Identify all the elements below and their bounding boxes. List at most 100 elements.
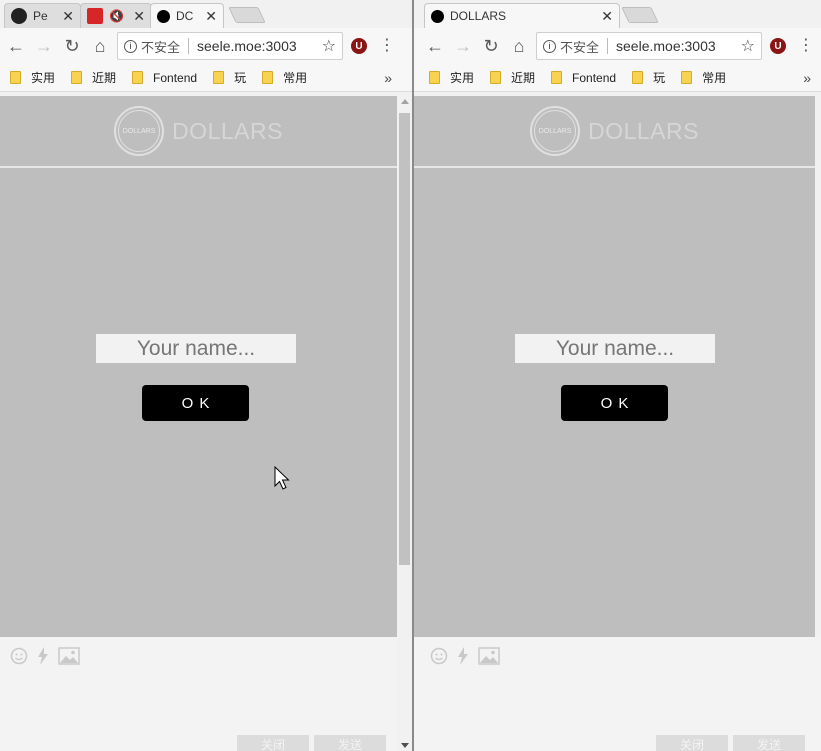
dollars-dot-icon xyxy=(431,9,444,23)
address-bar[interactable]: i 不安全 seele.moe:3003 ☆ xyxy=(117,32,343,60)
site-header: DOLLARS DOLLARS xyxy=(0,106,397,156)
new-tab-button[interactable] xyxy=(621,7,659,23)
bookmark-folder[interactable]: 常用 xyxy=(681,69,726,86)
back-icon[interactable]: ← xyxy=(2,32,30,60)
tab-dollars[interactable]: DOLLARS ✕ xyxy=(424,3,620,28)
bookmark-label: 实用 xyxy=(31,71,56,85)
ok-button[interactable]: OK xyxy=(142,385,249,421)
image-icon[interactable] xyxy=(478,647,500,665)
lightning-icon[interactable] xyxy=(456,647,470,665)
bookmark-folder[interactable]: 近期 xyxy=(490,69,535,86)
mute-icon[interactable]: 🔇 xyxy=(109,9,129,23)
close-icon[interactable]: ✕ xyxy=(205,8,217,25)
folder-icon xyxy=(262,71,274,84)
close-icon[interactable]: ✕ xyxy=(62,8,74,25)
tab-dollars[interactable]: DC ✕ xyxy=(150,3,224,28)
bookmark-label: 玩 xyxy=(653,71,666,85)
header-divider xyxy=(414,166,815,168)
folder-icon xyxy=(213,71,225,84)
bookmark-label: 实用 xyxy=(450,71,475,85)
url-text[interactable]: seele.moe:3003 xyxy=(197,38,318,54)
dollars-logo-icon: DOLLARS xyxy=(530,106,581,156)
tab-title: DOLLARS xyxy=(450,9,507,23)
info-icon[interactable]: i xyxy=(543,39,556,53)
bookmark-folder[interactable]: 玩 xyxy=(632,69,665,86)
bookmark-label: Fontend xyxy=(572,70,617,85)
menu-icon[interactable]: ⋮ xyxy=(798,38,814,54)
toolbar: ← → ↻ ⌂ i 不安全 seele.moe:3003 ☆ U ⋮ xyxy=(414,28,821,64)
tab-strip: Pe ✕ 🔇 ✕ DC ✕ xyxy=(0,0,412,28)
forward-icon[interactable]: → xyxy=(30,32,58,60)
ok-button[interactable]: OK xyxy=(561,385,668,421)
url-text[interactable]: seele.moe:3003 xyxy=(616,38,737,54)
bookmark-label: 常用 xyxy=(283,71,308,85)
more-bookmarks-icon[interactable]: » xyxy=(384,70,392,86)
name-input[interactable] xyxy=(96,334,296,363)
logo-inner-text: DOLLARS xyxy=(534,110,577,152)
separator xyxy=(607,38,609,54)
scrollbar-thumb[interactable] xyxy=(399,113,410,565)
github-icon xyxy=(11,8,27,24)
extension-ublock-icon[interactable]: U xyxy=(351,38,367,54)
bookmark-folder[interactable]: 玩 xyxy=(213,69,246,86)
send-button[interactable]: 发送 xyxy=(314,735,386,751)
emoji-icon[interactable] xyxy=(10,647,28,665)
home-icon[interactable]: ⌂ xyxy=(505,32,533,60)
tab-title: DC xyxy=(176,9,194,23)
menu-icon[interactable]: ⋮ xyxy=(379,38,395,54)
site-header: DOLLARS DOLLARS xyxy=(414,106,815,156)
tab-muted[interactable]: 🔇 ✕ xyxy=(80,3,152,28)
folder-icon xyxy=(490,71,502,84)
extension-ublock-icon[interactable]: U xyxy=(770,38,786,54)
info-icon[interactable]: i xyxy=(124,39,137,53)
reload-icon[interactable]: ↻ xyxy=(58,32,86,60)
tab-github[interactable]: Pe ✕ xyxy=(4,3,81,28)
star-icon[interactable]: ☆ xyxy=(741,36,755,56)
bookmarks-bar: 实用 近期 Fontend 玩 常用 » xyxy=(0,64,412,92)
mouse-cursor-icon xyxy=(274,466,290,490)
bookmark-folder[interactable]: 常用 xyxy=(262,69,307,86)
browser-window-right: DOLLARS ✕ ← → ↻ ⌂ i 不安全 seele.moe:3003 ☆… xyxy=(414,0,821,751)
scroll-down-icon[interactable] xyxy=(401,743,409,748)
close-button[interactable]: 关闭 xyxy=(656,735,728,751)
home-icon[interactable]: ⌂ xyxy=(86,32,114,60)
back-icon[interactable]: ← xyxy=(421,32,449,60)
header-divider xyxy=(0,166,397,168)
bookmark-label: 近期 xyxy=(511,71,536,85)
send-button[interactable]: 发送 xyxy=(733,735,805,751)
chat-panel: 关闭 发送 xyxy=(414,637,821,751)
scrollbar[interactable] xyxy=(397,96,412,751)
folder-icon xyxy=(132,71,144,84)
bookmark-folder[interactable]: 实用 xyxy=(10,69,55,86)
folder-icon xyxy=(632,71,644,84)
security-label[interactable]: 不安全 xyxy=(560,37,599,56)
bookmarks-bar: 实用 近期 Fontend 玩 常用 » xyxy=(414,64,821,92)
name-input[interactable] xyxy=(515,334,715,363)
bookmark-label: 常用 xyxy=(702,71,727,85)
address-bar[interactable]: i 不安全 seele.moe:3003 ☆ xyxy=(536,32,762,60)
close-icon[interactable]: ✕ xyxy=(133,8,145,25)
app-red-icon xyxy=(87,8,103,24)
close-button[interactable]: 关闭 xyxy=(237,735,309,751)
lightning-icon[interactable] xyxy=(36,647,50,665)
emoji-icon[interactable] xyxy=(430,647,448,665)
close-icon[interactable]: ✕ xyxy=(601,8,613,25)
reload-icon[interactable]: ↻ xyxy=(477,32,505,60)
scroll-up-icon[interactable] xyxy=(401,99,409,104)
bookmark-folder[interactable]: 实用 xyxy=(429,69,474,86)
page-content: DOLLARS DOLLARS OK xyxy=(0,96,397,637)
forward-icon[interactable]: → xyxy=(449,32,477,60)
bookmark-label: Fontend xyxy=(153,70,198,85)
folder-icon xyxy=(429,71,440,84)
folder-icon xyxy=(551,71,563,84)
bookmark-folder[interactable]: 近期 xyxy=(71,69,116,86)
folder-icon xyxy=(10,71,21,84)
image-icon[interactable] xyxy=(58,647,80,665)
more-bookmarks-icon[interactable]: » xyxy=(803,70,811,86)
new-tab-button[interactable] xyxy=(228,7,266,23)
bookmark-folder[interactable]: Fontend xyxy=(551,71,616,85)
security-label[interactable]: 不安全 xyxy=(141,37,180,56)
star-icon[interactable]: ☆ xyxy=(322,36,336,56)
bookmark-folder[interactable]: Fontend xyxy=(132,71,197,85)
tab-strip: DOLLARS ✕ xyxy=(414,0,821,28)
